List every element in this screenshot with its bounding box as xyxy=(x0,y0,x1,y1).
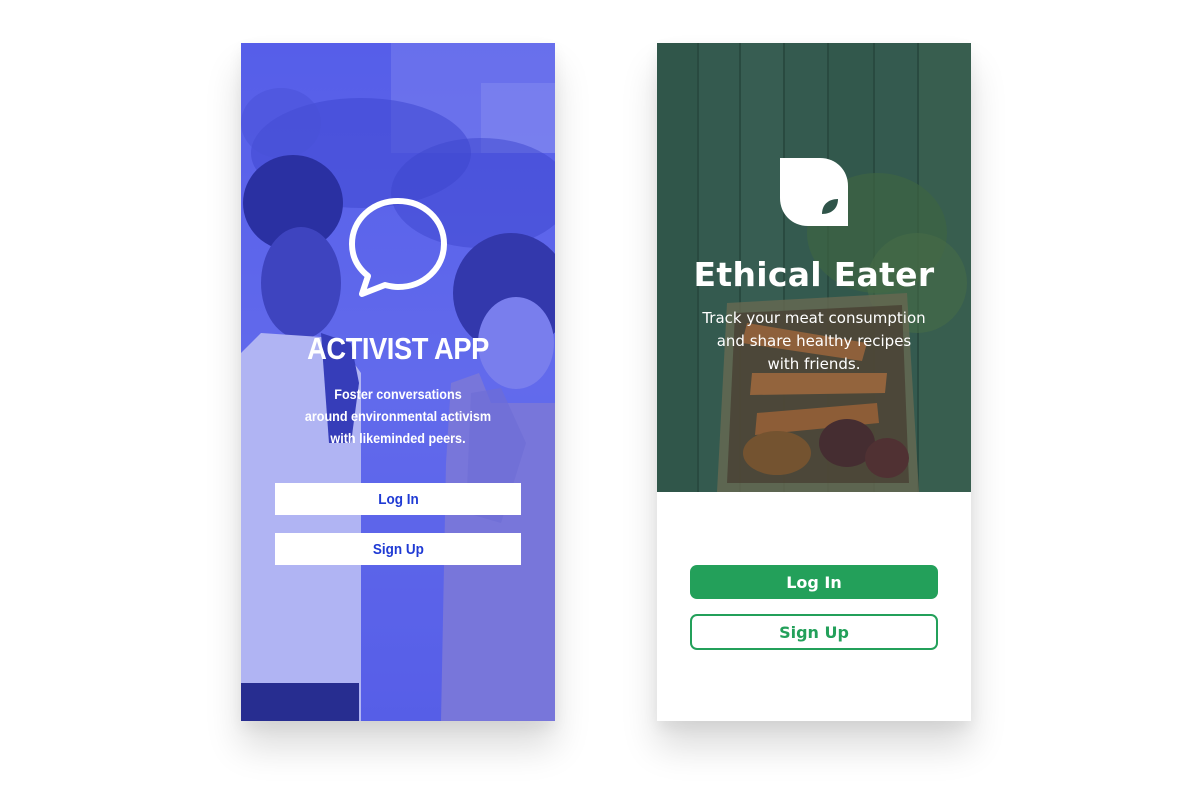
activist-signup-label: Sign Up xyxy=(372,540,424,558)
mockup-stage: ACTIVIST APP Foster conversations around… xyxy=(0,0,1200,800)
ethical-eater-screen: Ethical Eater Track your meat consumptio… xyxy=(657,43,971,721)
activist-signup-button[interactable]: Sign Up xyxy=(275,533,521,565)
activist-app-title: ACTIVIST APP xyxy=(307,331,489,366)
eater-login-button[interactable]: Log In xyxy=(690,565,938,599)
eater-tagline: Track your meat consumption and share he… xyxy=(677,307,951,376)
activist-login-button[interactable]: Log In xyxy=(275,483,521,515)
activist-app-screen: ACTIVIST APP Foster conversations around… xyxy=(241,43,555,721)
activist-tagline-line: with likeminded peers. xyxy=(330,430,466,446)
eater-tagline-line: Track your meat consumption xyxy=(702,309,926,327)
speech-bubble-icon xyxy=(349,198,447,297)
activist-tagline-line: Foster conversations xyxy=(334,386,462,402)
eater-content: Ethical Eater Track your meat consumptio… xyxy=(657,43,971,492)
eater-signup-button[interactable]: Sign Up xyxy=(690,614,938,650)
activist-login-label: Log In xyxy=(377,490,419,508)
leaf-icon xyxy=(780,158,848,226)
activist-tagline: Foster conversations around environmenta… xyxy=(284,383,513,449)
eater-tagline-line: and share healthy recipes xyxy=(716,332,912,350)
eater-hero-photo: Ethical Eater Track your meat consumptio… xyxy=(657,43,971,492)
eater-app-title: Ethical Eater xyxy=(693,255,935,294)
activist-content: ACTIVIST APP Foster conversations around… xyxy=(241,43,555,721)
eater-tagline-line: with friends. xyxy=(767,355,861,373)
activist-tagline-line: around environmental activism xyxy=(304,408,492,424)
